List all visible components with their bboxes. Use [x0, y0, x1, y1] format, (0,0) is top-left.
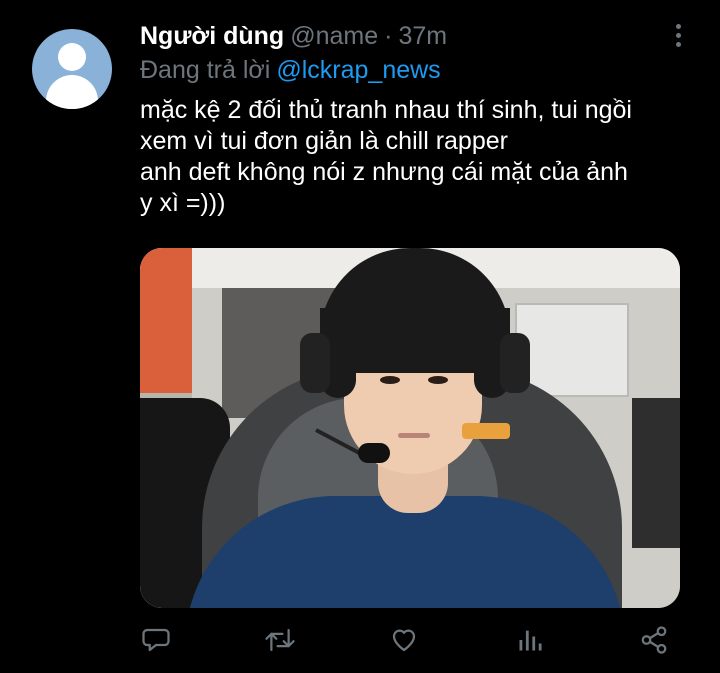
avatar[interactable] [32, 29, 112, 109]
header-separator: · [384, 21, 393, 50]
avatar-shoulders-shape [46, 75, 98, 109]
reply-context: Đang trả lời @lckrap_news [140, 53, 441, 87]
photo-headset-earcup [500, 333, 530, 393]
photo-eye [380, 376, 400, 384]
handle[interactable]: @name [290, 22, 378, 51]
more-dot [675, 41, 681, 47]
like-icon[interactable] [386, 622, 422, 658]
share-icon[interactable] [636, 622, 672, 658]
retweet-icon[interactable] [262, 622, 298, 658]
photo-headset-earcup [300, 333, 330, 393]
display-name[interactable]: Người dùng [140, 22, 284, 51]
timestamp[interactable]: 37m [398, 22, 447, 51]
reply-icon[interactable] [138, 622, 174, 658]
reply-mention-link[interactable]: @lckrap_news [276, 56, 440, 85]
photo-mouth [398, 433, 430, 438]
more-dot [675, 32, 681, 38]
photo-mic [358, 443, 390, 463]
tweet-action-bar [0, 612, 720, 668]
photo-window [515, 303, 629, 397]
reply-prefix: Đang trả lời [140, 55, 271, 84]
more-options-icon[interactable] [666, 18, 690, 52]
tweet-text: mặc kệ 2 đối thủ tranh nhau thí sinh, tu… [140, 96, 632, 217]
avatar-head-shape [58, 43, 86, 71]
tweet-header: Người dùng @name · 37m [140, 18, 447, 54]
photo-pillar [140, 248, 192, 393]
photo-eye [428, 376, 448, 384]
analytics-icon[interactable] [512, 622, 548, 658]
photo-chair-logo [462, 423, 510, 439]
photo-printer [632, 398, 680, 548]
tweet-photo[interactable] [140, 248, 680, 608]
more-dot [675, 23, 681, 29]
